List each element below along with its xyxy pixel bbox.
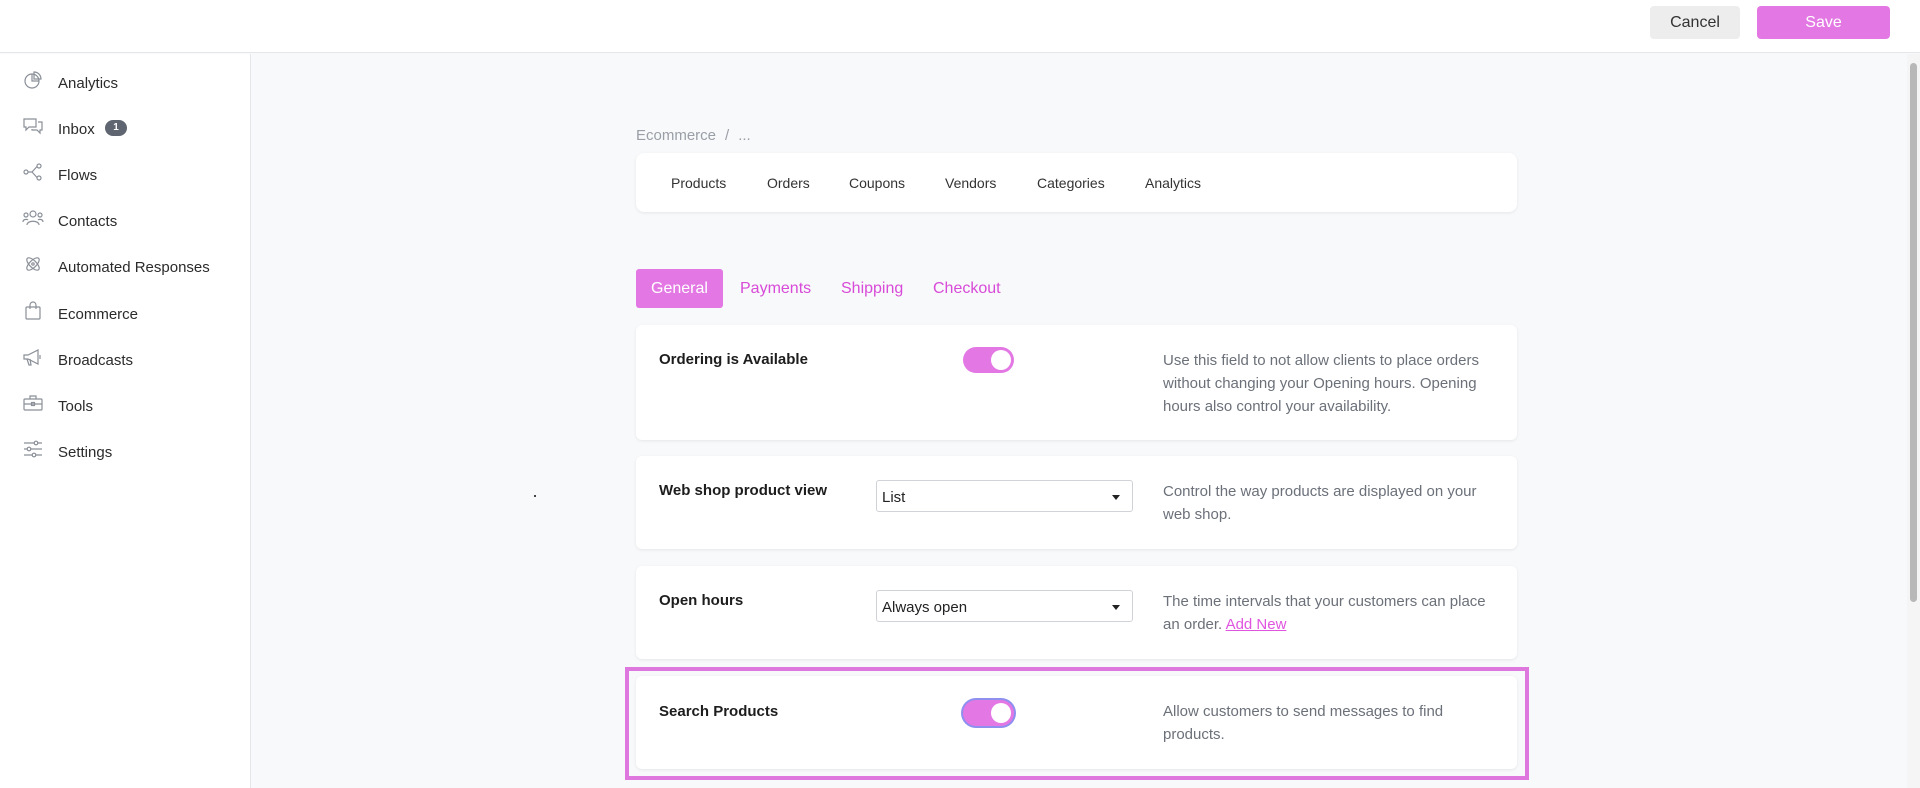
vertical-scrollbar[interactable] — [1907, 54, 1920, 788]
contacts-icon — [22, 208, 44, 228]
breadcrumb-root[interactable]: Ecommerce — [636, 127, 716, 144]
product-view-label: Web shop product view — [659, 482, 828, 499]
sidebar-item-flows[interactable]: Flows — [0, 155, 250, 195]
breadcrumb: Ecommerce /... — [636, 127, 751, 144]
chevron-down-icon — [1112, 605, 1120, 610]
save-button[interactable]: Save — [1757, 6, 1890, 39]
tab-vendors[interactable]: Vendors — [945, 175, 996, 191]
shopping-bag-icon — [22, 301, 44, 321]
sidebar-item-label: Tools — [58, 398, 94, 415]
open-hours-card: Open hours Always open The time interval… — [636, 566, 1517, 659]
subtab-shipping[interactable]: Shipping — [841, 269, 903, 308]
sidebar-item-label: Automated Responses — [58, 259, 210, 276]
ordering-available-label: Ordering is Available — [659, 351, 808, 368]
open-hours-select[interactable]: Always open — [876, 590, 1133, 622]
subtab-checkout[interactable]: Checkout — [933, 269, 1001, 308]
open-hours-label: Open hours — [659, 592, 744, 609]
stray-dot — [534, 495, 536, 497]
tab-products[interactable]: Products — [671, 175, 726, 191]
sidebar-item-analytics[interactable]: Analytics — [0, 63, 250, 103]
open-hours-description-text: The time intervals that your customers c… — [1163, 593, 1486, 633]
sidebar-item-contacts[interactable]: Contacts — [0, 201, 250, 241]
inbox-count-badge: 1 — [105, 120, 127, 136]
tab-analytics[interactable]: Analytics — [1145, 175, 1201, 191]
subtab-payments[interactable]: Payments — [740, 269, 811, 308]
focus-highlight-box — [625, 667, 1529, 780]
sliders-icon — [22, 439, 44, 459]
tab-coupons[interactable]: Coupons — [849, 175, 905, 191]
sidebar-item-label: Analytics — [58, 75, 119, 92]
sidebar-item-label: Flows — [58, 167, 98, 184]
cancel-button[interactable]: Cancel — [1650, 6, 1740, 39]
product-view-description: Control the way products are displayed o… — [1163, 483, 1477, 523]
sidebar-item-label: Contacts — [58, 213, 118, 230]
chevron-down-icon — [1112, 495, 1120, 500]
breadcrumb-separator: / — [725, 127, 730, 144]
automated-responses-icon — [22, 254, 44, 274]
megaphone-icon — [22, 347, 44, 367]
sidebar-item-label: Broadcasts — [58, 352, 134, 369]
subtab-general[interactable]: General — [636, 269, 723, 308]
sidebar-item-broadcasts[interactable]: Broadcasts — [0, 340, 250, 380]
sidebar-item-tools[interactable]: Tools — [0, 386, 250, 426]
ecommerce-tab-bar: Products Orders Coupons Vendors Categori… — [636, 153, 1517, 212]
sidebar-item-label: Ecommerce — [58, 306, 139, 323]
toolbox-icon — [22, 393, 44, 413]
flows-icon — [22, 162, 44, 182]
sidebar-item-label: Inbox — [58, 121, 95, 138]
ordering-available-card: Ordering is Available Use this field to … — [636, 325, 1517, 440]
sidebar-item-automated-responses[interactable]: Automated Responses — [0, 247, 250, 287]
product-view-card: Web shop product view List Control the w… — [636, 456, 1517, 549]
open-hours-value: Always open — [882, 599, 968, 616]
top-bar: Cancel Save — [0, 0, 1920, 53]
sidebar-item-ecommerce[interactable]: Ecommerce — [0, 294, 250, 334]
sidebar-item-label: Settings — [58, 444, 113, 461]
inbox-icon — [22, 116, 44, 136]
open-hours-description: The time intervals that your customers c… — [1163, 590, 1503, 636]
tab-orders[interactable]: Orders — [767, 175, 810, 191]
add-new-link[interactable]: Add New — [1226, 616, 1287, 633]
analytics-icon — [22, 70, 44, 90]
scrollbar-thumb[interactable] — [1910, 63, 1917, 602]
breadcrumb-current: ... — [738, 127, 751, 144]
product-view-select[interactable]: List — [876, 480, 1133, 512]
tab-categories[interactable]: Categories — [1037, 175, 1105, 191]
sidebar: Analytics Inbox 1 Flows Contacts Automat… — [0, 54, 251, 788]
sidebar-item-settings[interactable]: Settings — [0, 432, 250, 472]
ordering-available-description: Use this field to not allow clients to p… — [1163, 352, 1479, 415]
ordering-available-toggle[interactable] — [963, 347, 1014, 373]
toggle-knob — [991, 350, 1011, 370]
product-view-value: List — [882, 489, 906, 506]
